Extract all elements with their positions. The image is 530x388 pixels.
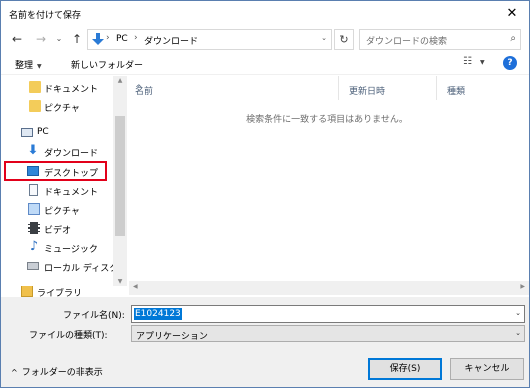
column-header-name[interactable]: 名前 ^ — [129, 76, 339, 100]
filename-value: E1024123 — [134, 308, 182, 320]
navigation-pane: ドキュメント ピクチャ PC ⬇ ダウンロード デスクトップ ドキュメント ピク… — [1, 76, 127, 286]
folder-icon — [29, 100, 41, 112]
help-icon[interactable]: ? — [503, 56, 517, 70]
download-icon: ⬇ — [27, 143, 39, 158]
sidebar-item-label: ピクチャ — [44, 207, 80, 217]
navigation-scrollbar[interactable]: ▲ ▼ — [113, 76, 127, 286]
document-icon — [29, 184, 38, 196]
drive-icon — [27, 262, 39, 270]
filetype-value: アプリケーション — [136, 332, 208, 342]
download-icon — [92, 33, 104, 45]
folder-icon — [29, 81, 41, 93]
organize-button[interactable]: 整理 ▼ — [15, 58, 42, 71]
back-arrow-icon[interactable]: ← — [9, 30, 25, 48]
sidebar-item-label: ミュージック — [44, 245, 98, 255]
title-bar: 名前を付けて保存 ✕ — [1, 1, 529, 27]
sidebar-item-music[interactable]: ♪ ミュージック — [1, 238, 113, 257]
sidebar-item-label: PC — [37, 127, 49, 137]
library-icon — [21, 286, 33, 297]
scroll-right-icon[interactable]: ▶ — [520, 283, 525, 290]
filename-label: ファイル名(N): — [63, 311, 125, 321]
save-button[interactable]: 保存(S) — [368, 358, 442, 380]
sidebar-item-downloads[interactable]: ⬇ ダウンロード — [1, 142, 113, 161]
cancel-button[interactable]: キャンセル — [450, 358, 524, 380]
chevron-down-icon: ▼ — [37, 63, 42, 70]
pictures-icon — [28, 203, 40, 215]
breadcrumb-downloads[interactable]: ダウンロード — [144, 34, 198, 47]
sidebar-item-label: ビデオ — [44, 226, 72, 236]
sidebar-item-documents[interactable]: ドキュメント — [1, 181, 113, 200]
sidebar-item-label: ドキュメント — [44, 85, 99, 95]
sidebar-item-videos[interactable]: ビデオ — [1, 219, 113, 238]
hide-folders-label: フォルダーの非表示 — [21, 368, 103, 378]
scrollbar-thumb[interactable] — [115, 116, 125, 236]
window-title: 名前を付けて保存 — [9, 11, 82, 21]
address-separator: › — [134, 33, 138, 43]
column-header-label: 更新日時 — [349, 87, 386, 97]
sidebar-item-label: ドキュメント — [44, 188, 99, 198]
sort-indicator-icon: ^ — [135, 84, 143, 94]
view-options-icon[interactable]: ☷ — [463, 56, 472, 67]
hide-folders-toggle[interactable]: ^ フォルダーの非表示 — [11, 365, 103, 378]
search-icon[interactable]: ⌕ — [510, 33, 516, 44]
up-arrow-icon[interactable]: ↑ — [69, 30, 85, 48]
scroll-down-icon[interactable]: ▼ — [113, 278, 127, 285]
video-icon — [28, 222, 40, 234]
address-bar[interactable]: › PC › ダウンロード ⌄ — [87, 29, 332, 50]
save-form: ファイル名(N): E1024123 ⌄ ファイルの種類(T): アプリケーショ… — [1, 297, 529, 387]
sidebar-item-label: ピクチャ — [44, 104, 80, 114]
filetype-select[interactable]: アプリケーション ⌄ — [131, 325, 525, 342]
sidebar-item-pc[interactable]: PC — [1, 123, 113, 142]
filetype-label: ファイルの種類(T): — [29, 331, 108, 341]
address-dropdown-icon[interactable]: ⌄ — [321, 34, 327, 42]
sidebar-item-pictures-quick[interactable]: ピクチャ — [1, 97, 113, 116]
new-folder-button[interactable]: 新しいフォルダー — [71, 58, 143, 71]
navigation-row: ← → ⌄ ↑ › PC › ダウンロード ⌄ ↻ ダウンロードの検索 ⌕ — [1, 27, 529, 51]
file-list-horizontal-scrollbar[interactable]: ◀ ▶ — [129, 281, 529, 295]
command-toolbar: 整理 ▼ 新しいフォルダー ☷ ▼ ? — [1, 53, 529, 75]
sidebar-item-pictures[interactable]: ピクチャ — [1, 200, 113, 219]
save-as-dialog: 名前を付けて保存 ✕ ← → ⌄ ↑ › PC › ダウンロード ⌄ ↻ ダウン… — [0, 0, 530, 388]
chevron-down-icon[interactable]: ▼ — [480, 59, 485, 66]
forward-arrow-icon[interactable]: → — [33, 30, 49, 48]
column-header-date[interactable]: 更新日時 — [343, 76, 437, 100]
sidebar-item-documents-quick[interactable]: ドキュメント — [1, 78, 113, 97]
filename-field[interactable]: E1024123 ⌄ — [131, 305, 525, 323]
search-input[interactable]: ダウンロードの検索 ⌕ — [359, 29, 521, 50]
address-separator: › — [106, 33, 110, 43]
empty-folder-message: 検索条件に一致する項目はありません。 — [246, 115, 408, 125]
chevron-down-icon: ⌄ — [515, 329, 521, 337]
desktop-highlight-frame — [4, 161, 107, 181]
chevron-down-icon[interactable]: ⌄ — [515, 309, 521, 317]
sidebar-item-local-disk[interactable]: ローカル ディスク (C — [1, 257, 127, 276]
recent-locations-icon[interactable]: ⌄ — [54, 30, 64, 48]
close-icon[interactable]: ✕ — [495, 1, 529, 27]
file-list: 名前 ^ 更新日時 種類 検索条件に一致する項目はありません。 — [129, 76, 529, 286]
column-header-label: 種類 — [447, 87, 466, 97]
computer-icon — [21, 128, 33, 137]
music-icon: ♪ — [29, 239, 39, 254]
organize-label: 整理 — [15, 61, 34, 71]
search-placeholder: ダウンロードの検索 — [366, 37, 448, 47]
sidebar-item-label: ダウンロード — [44, 149, 99, 159]
scroll-left-icon[interactable]: ◀ — [133, 283, 138, 290]
column-header-type[interactable]: 種類 — [441, 76, 525, 100]
breadcrumb-pc[interactable]: PC — [116, 34, 128, 44]
scroll-up-icon[interactable]: ▲ — [113, 77, 127, 84]
refresh-icon[interactable]: ↻ — [334, 29, 354, 50]
chevron-up-icon: ^ — [11, 368, 18, 377]
